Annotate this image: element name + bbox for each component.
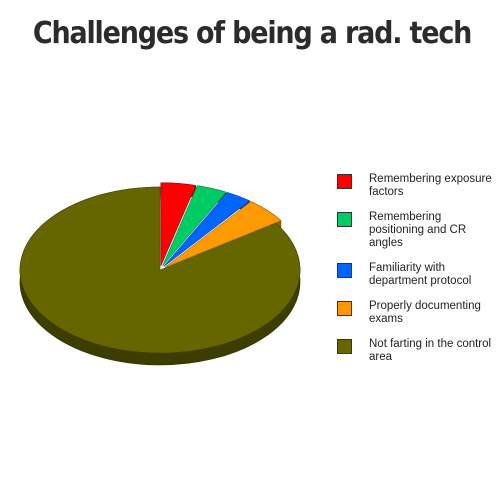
legend-swatch [337, 339, 352, 354]
legend-label: Properly documenting exams [369, 300, 481, 325]
legend-label: Familiarity with department protocol [369, 262, 472, 287]
legend-swatch [337, 174, 352, 189]
legend-item-familiarity-with-department-protocol: Familiarity with department protocol [337, 262, 497, 288]
legend-label: Remembering exposure factors [369, 173, 492, 198]
legend-item-not-farting-in-the-control-area: Not farting in the control area [337, 338, 497, 364]
legend-label: Not farting in the control area [369, 338, 492, 363]
legend-swatch [337, 212, 352, 227]
legend: Remembering exposure factors Remembering … [337, 173, 497, 376]
legend-label: Remembering positioning and CR angles [369, 211, 467, 249]
legend-item-properly-documenting-exams: Properly documenting exams [337, 300, 497, 326]
legend-swatch [337, 301, 352, 316]
legend-item-remembering-exposure-factors: Remembering exposure factors [337, 173, 497, 199]
legend-item-remembering-positioning-and-cr-angles: Remembering positioning and CR angles [337, 211, 497, 250]
legend-swatch [337, 263, 352, 278]
